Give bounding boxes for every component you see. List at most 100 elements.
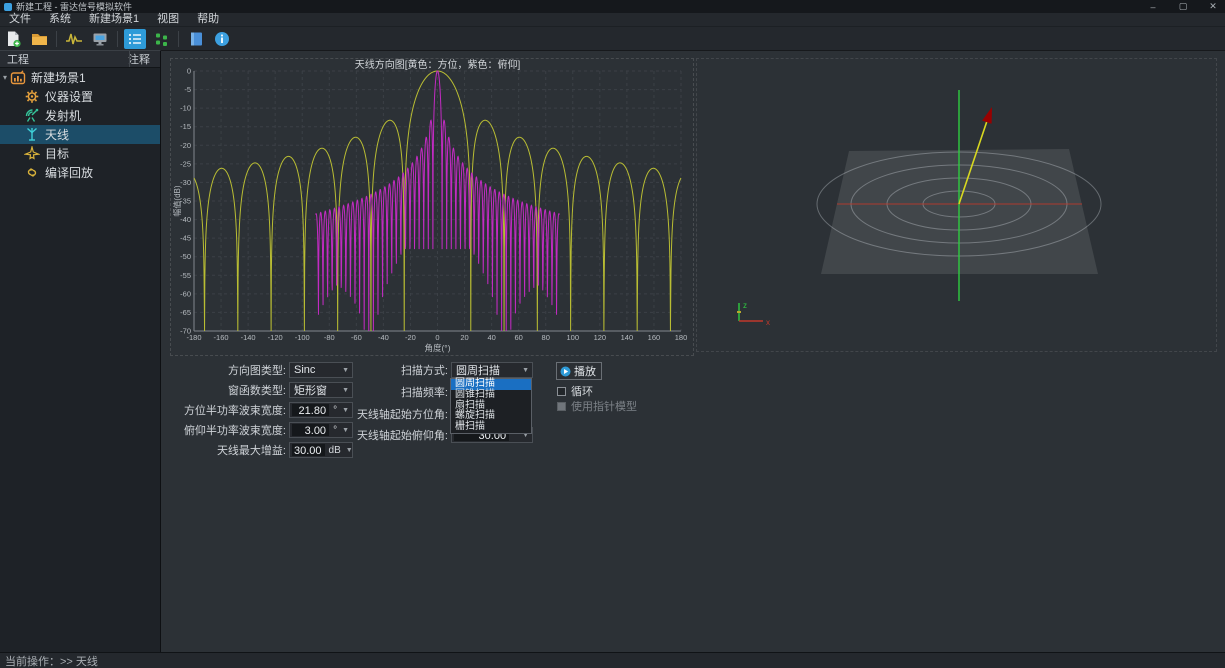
svg-text:100: 100 [567,333,580,342]
signal-waveform-button[interactable] [63,29,85,49]
svg-text:120: 120 [594,333,607,342]
field-label: 俯仰半功率波束宽度: [158,422,286,438]
x-axis-title: 角度(°) [424,343,450,353]
field-label: 扫描频率: [335,384,448,400]
y-axis-title: 幅值(dB) [172,185,182,216]
waveform-icon [65,30,83,48]
project-panel: 工程 注释 ▾ 新建场景1 仪器设置发射机天线目标编译回放 [0,50,161,653]
field-start-azimuth: 天线轴起始方位角: [335,406,448,422]
close-button[interactable]: ✕ [1207,1,1219,12]
scan-mode-select[interactable]: 圆周扫描 ▼ [451,362,533,378]
status-text: 当前操作：>> 天线 [0,653,98,668]
toolbar-separator [56,31,57,47]
play-icon [560,366,571,377]
notebook-button[interactable] [185,29,207,49]
svg-text:60: 60 [514,333,522,342]
checkbox-box[interactable] [557,387,566,396]
new-project-button[interactable] [2,29,24,49]
menu-item-4[interactable]: 帮助 [188,13,228,26]
svg-text:-50: -50 [180,252,191,261]
info-button[interactable] [211,29,233,49]
menu-item-0[interactable]: 文件 [0,13,40,26]
unit-label: dB [325,445,343,456]
chevron-down-icon: ▼ [519,367,532,374]
gear-icon [24,89,41,104]
antenna-pattern-chart: 天线方向图[黄色：方位，紫色：俯仰]0-5-10-15-20-25-30-35-… [170,58,694,356]
field-scan-frequency: 扫描频率: [335,384,448,400]
column-header-note[interactable]: 注释 [128,51,150,67]
parameter-list-icon [126,30,144,48]
menu-bar: 文件系统新建场景1视图帮助 [0,13,1225,27]
svg-text:180: 180 [675,333,688,342]
replay-icon [24,165,41,180]
x-axis-label: x [766,318,770,327]
field-elevation-hpbw: 俯仰半功率波束宽度: 3.00 ° ▼ [158,422,353,438]
svg-text:-20: -20 [405,333,416,342]
column-divider[interactable] [129,51,130,67]
z-axis-label: z [743,301,747,310]
3d-scene: z x [697,59,1216,351]
open-project-button[interactable] [28,29,50,49]
antenna-3d-view[interactable]: z x [696,58,1217,352]
dropdown-item-1[interactable]: 圆锥扫描 [451,390,531,401]
column-header-project[interactable]: 工程 [0,51,128,67]
project-tree: ▾ 新建场景1 仪器设置发射机天线目标编译回放 [0,68,160,182]
antenna-icon [24,127,41,142]
tree-item-编译回放[interactable]: 编译回放 [0,163,160,182]
scene-icon [10,70,27,85]
checkbox-box [557,402,566,411]
svg-text:160: 160 [648,333,661,342]
tree-item-目标[interactable]: 目标 [0,144,160,163]
tree-item-新建场景1[interactable]: ▾ 新建场景1 [0,68,160,87]
run-points-button[interactable] [150,29,172,49]
chevron-down-icon: ▼ [343,447,356,454]
minimize-button[interactable]: – [1147,2,1159,12]
monitor-icon [91,30,109,48]
toolbar [0,27,1225,51]
maximize-button[interactable]: ▢ [1177,1,1189,12]
notebook-icon [187,30,205,48]
pointer-model-checkbox: 使用指针模型 [557,398,637,414]
svg-text:-100: -100 [295,333,310,342]
svg-text:80: 80 [542,333,550,342]
menu-item-3[interactable]: 视图 [148,13,188,26]
tree-item-天线[interactable]: 天线 [0,125,160,144]
grid-lines [194,71,681,331]
window-title: 新建工程 - 雷达信号模拟软件 [16,0,132,13]
field-label: 天线最大增益: [158,442,286,458]
field-label: 窗函数类型: [158,382,286,398]
tree-item-label: 仪器设置 [45,88,93,105]
svg-text:-80: -80 [324,333,335,342]
parameter-view-button[interactable] [124,29,146,49]
device-button[interactable] [89,29,111,49]
tree-item-label: 编译回放 [45,164,93,181]
field-pattern-type: 方向图类型: Sinc ▼ [158,362,353,378]
menu-item-1[interactable]: 系统 [40,13,80,26]
svg-text:0: 0 [187,67,191,76]
loop-checkbox[interactable]: 循环 [557,383,593,399]
dropdown-item-4[interactable]: 栅扫描 [451,422,531,433]
app-icon [4,3,12,11]
tree-item-label: 发射机 [45,107,81,124]
svg-text:-55: -55 [180,271,191,280]
max-gain-input[interactable]: 30.00 dB ▼ [289,442,353,458]
field-label: 天线轴起始俯仰角: [335,427,448,443]
svg-text:-45: -45 [180,234,191,243]
project-panel-header: 工程 注释 [0,51,160,68]
svg-text:-160: -160 [214,333,229,342]
toolbar-separator [117,31,118,47]
status-bar: 当前操作：>> 天线 [0,652,1225,668]
tree-item-label: 新建场景1 [31,69,86,86]
menu-item-2[interactable]: 新建场景1 [80,13,148,26]
expand-caret-icon[interactable]: ▾ [0,73,10,82]
svg-text:-5: -5 [184,85,191,94]
title-bar: 新建工程 - 雷达信号模拟软件 – ▢ ✕ [0,0,1225,13]
field-azimuth-hpbw: 方位半功率波束宽度: 21.80 ° ▼ [158,402,353,418]
tree-item-仪器设置[interactable]: 仪器设置 [0,87,160,106]
tree-item-发射机[interactable]: 发射机 [0,106,160,125]
field-label: 天线轴起始方位角: [335,406,448,422]
chart-title: 天线方向图[黄色：方位，紫色：俯仰] [355,59,521,71]
field-scan-mode: 扫描方式: 圆周扫描 ▼ [335,362,533,378]
play-button[interactable]: 播放 [556,362,602,380]
svg-text:40: 40 [487,333,495,342]
